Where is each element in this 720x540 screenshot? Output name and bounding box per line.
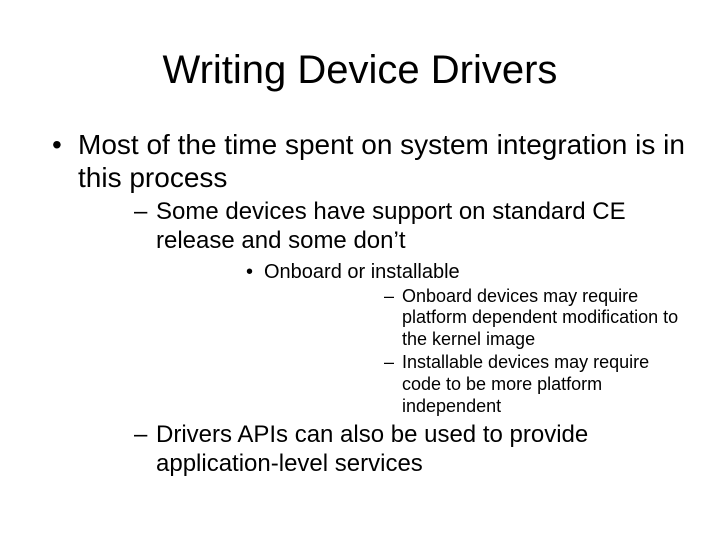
- bullet-text: Drivers APIs can also be used to provide…: [156, 421, 588, 477]
- slide-title: Writing Device Drivers: [30, 48, 690, 93]
- bullet-text: Some devices have support on standard CE…: [156, 198, 626, 254]
- bullet-lvl4: Installable devices may require code to …: [264, 352, 690, 417]
- bullet-sublist: Onboard devices may require platform dep…: [264, 286, 690, 418]
- bullet-lvl4: Onboard devices may require platform dep…: [264, 286, 690, 351]
- bullet-lvl2: Drivers APIs can also be used to provide…: [78, 421, 690, 479]
- bullet-sublist: Onboard or installable Onboard devices m…: [156, 260, 690, 418]
- bullet-lvl1: Most of the time spent on system integra…: [30, 128, 690, 479]
- bullet-lvl2: Some devices have support on standard CE…: [78, 198, 690, 417]
- bullet-text: Installable devices may require code to …: [402, 352, 649, 415]
- bullet-list: Most of the time spent on system integra…: [30, 128, 690, 479]
- slide: Writing Device Drivers Most of the time …: [0, 0, 720, 540]
- bullet-text: Onboard or installable: [264, 261, 460, 283]
- bullet-text: Onboard devices may require platform dep…: [402, 286, 678, 349]
- bullet-sublist: Some devices have support on standard CE…: [78, 198, 690, 479]
- bullet-lvl3: Onboard or installable Onboard devices m…: [156, 260, 690, 418]
- bullet-text: Most of the time spent on system integra…: [78, 129, 685, 193]
